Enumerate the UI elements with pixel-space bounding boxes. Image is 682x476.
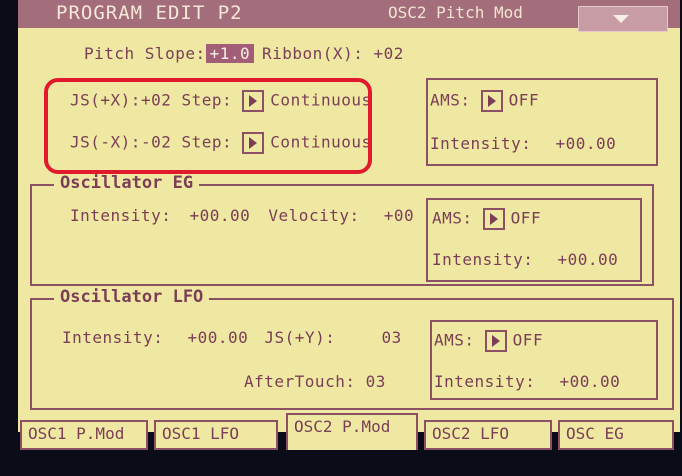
page-menu-button[interactable] [578,6,668,32]
tab-osc-eg[interactable]: OSC EG [558,420,674,450]
play-icon[interactable] [482,208,505,230]
lfo-aftertouch-label: AfterTouch: [244,372,356,391]
lfo-aftertouch-value[interactable]: 03 [366,372,386,391]
title-bar: PROGRAM EDIT P2 OSC2 Pitch Mod [18,0,680,32]
eg-velocity-value[interactable]: +00 [384,206,414,225]
annotation-highlight-box [44,78,372,174]
eg-velocity-label: Velocity: [268,206,360,225]
ams-intensity-label: Intensity: [430,134,532,153]
eg-intensity-value[interactable]: +00.00 [189,206,250,225]
eg-ams-intensity-label: Intensity: [432,250,534,269]
eg-ams-value[interactable]: OFF [511,209,541,228]
oscillator-eg-title: Oscillator EG [54,173,200,193]
tab-osc2-lfo[interactable]: OSC2 LFO [424,420,552,450]
ribbon-value[interactable]: +02 [373,44,403,63]
oscillator-lfo-title: Oscillator LFO [54,287,210,307]
eg-ams-intensity-value[interactable]: +00.00 [557,250,618,269]
eg-intensity-label: Intensity: [70,206,172,225]
lfo-intensity-label: Intensity: [62,328,164,347]
lfo-js-value[interactable]: 03 [381,328,401,347]
tab-osc2-pmod[interactable]: OSC2 P.Mod [286,413,418,450]
section-tag: OSC2 Pitch Mod [388,3,523,22]
device-frame: PROGRAM EDIT P2 OSC2 Pitch Mod Pitch Slo… [0,0,682,476]
play-icon[interactable] [480,90,503,112]
ams-label: AMS: [430,90,471,110]
lfo-ams-intensity-label: Intensity: [434,372,536,391]
page-title: PROGRAM EDIT P2 [56,2,243,24]
tab-osc1-lfo[interactable]: OSC1 LFO [154,420,278,450]
lfo-js-label: JS(+Y): [264,328,336,347]
pitch-slope-label: Pitch Slope: [84,44,206,63]
ribbon-label: Ribbon(X): [262,44,364,63]
play-icon[interactable] [484,330,507,352]
pitch-slope-value[interactable]: +1.0 [205,44,255,63]
ams-value[interactable]: OFF [509,91,539,110]
eg-ams-label: AMS: [432,208,473,228]
lfo-ams-label: AMS: [434,330,475,350]
lfo-intensity-value[interactable]: +00.00 [187,328,248,347]
ams-intensity-value[interactable]: +00.00 [555,134,616,153]
down-triangle-icon [613,15,629,23]
lfo-ams-value[interactable]: OFF [513,331,543,350]
lfo-ams-intensity-value[interactable]: +00.00 [559,372,620,391]
lcd-screen: PROGRAM EDIT P2 OSC2 Pitch Mod Pitch Slo… [18,0,680,432]
tab-osc1-pmod[interactable]: OSC1 P.Mod [20,420,148,450]
